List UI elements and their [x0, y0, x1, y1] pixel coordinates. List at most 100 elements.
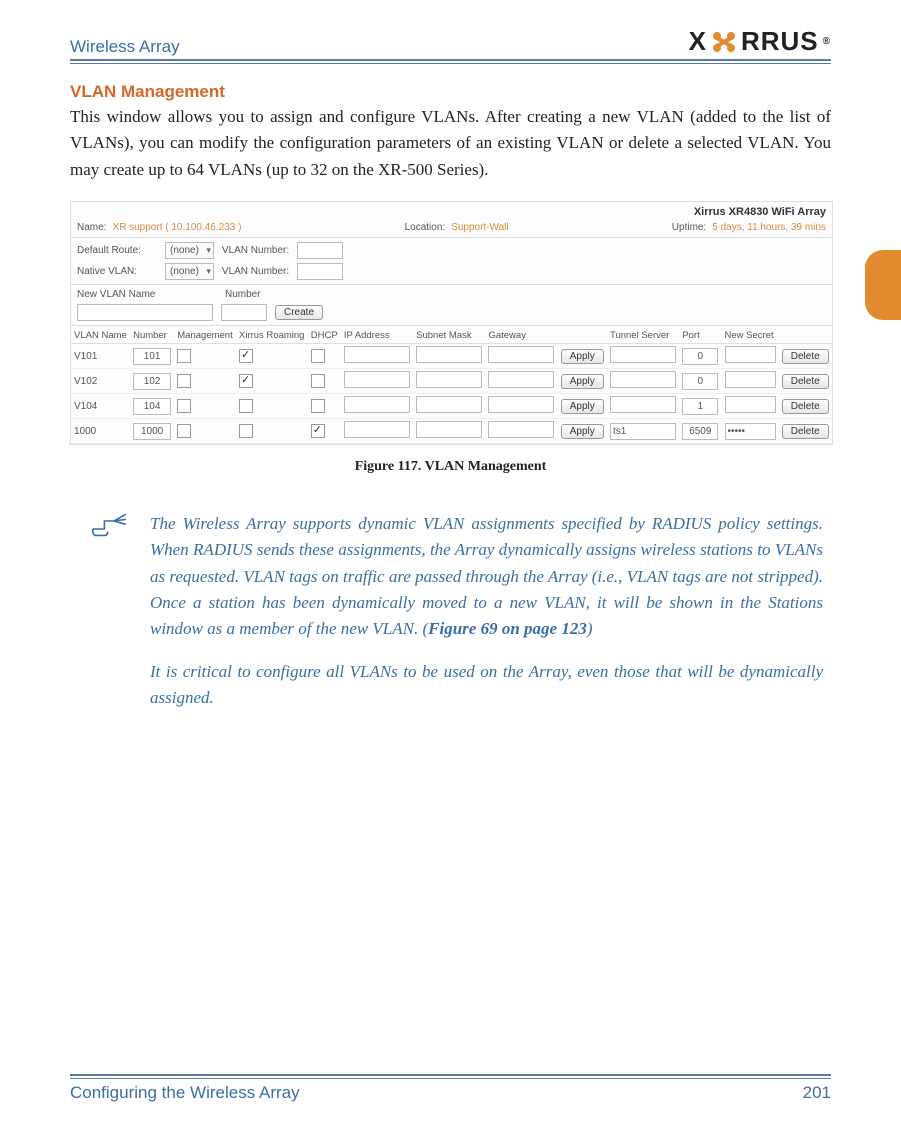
- port-input[interactable]: 6509: [682, 423, 718, 440]
- ip-input[interactable]: [344, 396, 410, 413]
- dhcp-checkbox[interactable]: [311, 399, 325, 413]
- secret-input[interactable]: [725, 396, 776, 413]
- location-value: Support-Wall: [451, 222, 508, 233]
- logo-x-icon: [710, 31, 738, 53]
- cell-delete: Delete: [779, 344, 832, 369]
- management-checkbox[interactable]: [177, 374, 191, 388]
- native-vlan-num-input[interactable]: [297, 263, 343, 280]
- management-checkbox[interactable]: [177, 349, 191, 363]
- port-input[interactable]: 1: [682, 398, 718, 415]
- delete-button[interactable]: Delete: [782, 374, 829, 389]
- apply-button[interactable]: Apply: [561, 399, 604, 414]
- number-input[interactable]: 101: [133, 348, 171, 365]
- secret-input[interactable]: •••••: [725, 423, 776, 440]
- management-checkbox[interactable]: [177, 399, 191, 413]
- cell-ip: [341, 419, 413, 444]
- th-tunnel-server: Tunnel Server: [607, 328, 679, 344]
- default-route-select[interactable]: (none): [165, 242, 214, 259]
- roaming-checkbox[interactable]: [239, 399, 253, 413]
- cell-roaming: [236, 419, 308, 444]
- ip-input[interactable]: [344, 421, 410, 438]
- cell-secret: •••••: [722, 419, 779, 444]
- th-xirrus-roaming: Xirrus Roaming: [236, 328, 308, 344]
- tunnel-input[interactable]: [610, 371, 676, 388]
- apply-button[interactable]: Apply: [561, 424, 604, 439]
- management-checkbox[interactable]: [177, 424, 191, 438]
- apply-button[interactable]: Apply: [561, 349, 604, 364]
- default-route-vlannum-label: VLAN Number:: [222, 245, 289, 256]
- number-input[interactable]: 104: [133, 398, 171, 415]
- section-title: VLAN Management: [70, 82, 831, 102]
- mask-input[interactable]: [416, 421, 482, 438]
- dhcp-checkbox[interactable]: [311, 424, 325, 438]
- secret-input[interactable]: [725, 371, 776, 388]
- dhcp-checkbox[interactable]: [311, 349, 325, 363]
- info-bar: Name: XR support ( 10.100.46.233 ) Locat…: [71, 220, 832, 235]
- footer-rule: [70, 1074, 831, 1079]
- section-paragraph: This window allows you to assign and con…: [70, 104, 831, 183]
- ip-input[interactable]: [344, 371, 410, 388]
- cell-apply: Apply: [558, 369, 607, 394]
- table-row: V101101Apply0Delete: [71, 344, 832, 369]
- dhcp-checkbox[interactable]: [311, 374, 325, 388]
- page: Wireless Array X RRUS ® VLAN Management …: [0, 0, 901, 1137]
- th-vlan-name: VLAN Name: [71, 328, 130, 344]
- native-vlan-select[interactable]: (none): [165, 263, 214, 280]
- cell-dhcp: [308, 369, 341, 394]
- number-input[interactable]: 1000: [133, 423, 171, 440]
- port-input[interactable]: 0: [682, 373, 718, 390]
- gateway-input[interactable]: [488, 421, 554, 438]
- name-label: Name:: [77, 222, 106, 233]
- number-input[interactable]: 102: [133, 373, 171, 390]
- new-vlan-name-input[interactable]: [77, 304, 213, 321]
- delete-button[interactable]: Delete: [782, 349, 829, 364]
- roaming-checkbox[interactable]: [239, 424, 253, 438]
- cell-roaming: [236, 344, 308, 369]
- create-button[interactable]: Create: [275, 305, 323, 320]
- location-label: Location:: [405, 222, 446, 233]
- th-management: Management: [174, 328, 236, 344]
- page-header: Wireless Array X RRUS ®: [70, 26, 831, 61]
- note-p2: It is critical to configure all VLANs to…: [150, 659, 823, 712]
- cell-dhcp: [308, 344, 341, 369]
- cell-mask: [413, 419, 485, 444]
- gateway-input[interactable]: [488, 396, 554, 413]
- th-new-secret: New Secret: [722, 328, 779, 344]
- secret-input[interactable]: [725, 346, 776, 363]
- delete-button[interactable]: Delete: [782, 399, 829, 414]
- tunnel-input[interactable]: ts1: [610, 423, 676, 440]
- cell-management: [174, 344, 236, 369]
- th-dhcp: DHCP: [308, 328, 341, 344]
- logo-text-post: RRUS: [741, 26, 819, 57]
- th-delete: [779, 328, 832, 344]
- roaming-checkbox[interactable]: [239, 374, 253, 388]
- native-vlan-label: Native VLAN:: [77, 266, 157, 277]
- cell-mask: [413, 394, 485, 419]
- cell-ip: [341, 369, 413, 394]
- ip-input[interactable]: [344, 346, 410, 363]
- mask-input[interactable]: [416, 396, 482, 413]
- cell-secret: [722, 369, 779, 394]
- port-input[interactable]: 0: [682, 348, 718, 365]
- roaming-checkbox[interactable]: [239, 349, 253, 363]
- page-footer: Configuring the Wireless Array 201: [70, 1074, 831, 1103]
- mask-input[interactable]: [416, 371, 482, 388]
- cell-apply: Apply: [558, 344, 607, 369]
- apply-button[interactable]: Apply: [561, 374, 604, 389]
- tunnel-input[interactable]: [610, 396, 676, 413]
- table-header-row: VLAN Name Number Management Xirrus Roami…: [71, 328, 832, 344]
- cell-roaming: [236, 369, 308, 394]
- gateway-input[interactable]: [488, 371, 554, 388]
- mask-input[interactable]: [416, 346, 482, 363]
- th-subnet-mask: Subnet Mask: [413, 328, 485, 344]
- cell-number: 102: [130, 369, 174, 394]
- tunnel-input[interactable]: [610, 346, 676, 363]
- table-row: V102102Apply0Delete: [71, 369, 832, 394]
- gateway-input[interactable]: [488, 346, 554, 363]
- cell-management: [174, 369, 236, 394]
- delete-button[interactable]: Delete: [782, 424, 829, 439]
- cell-port: 0: [679, 369, 721, 394]
- new-vlan-number-input[interactable]: [221, 304, 267, 321]
- cell-tunnel: [607, 394, 679, 419]
- default-route-vlannum-input[interactable]: [297, 242, 343, 259]
